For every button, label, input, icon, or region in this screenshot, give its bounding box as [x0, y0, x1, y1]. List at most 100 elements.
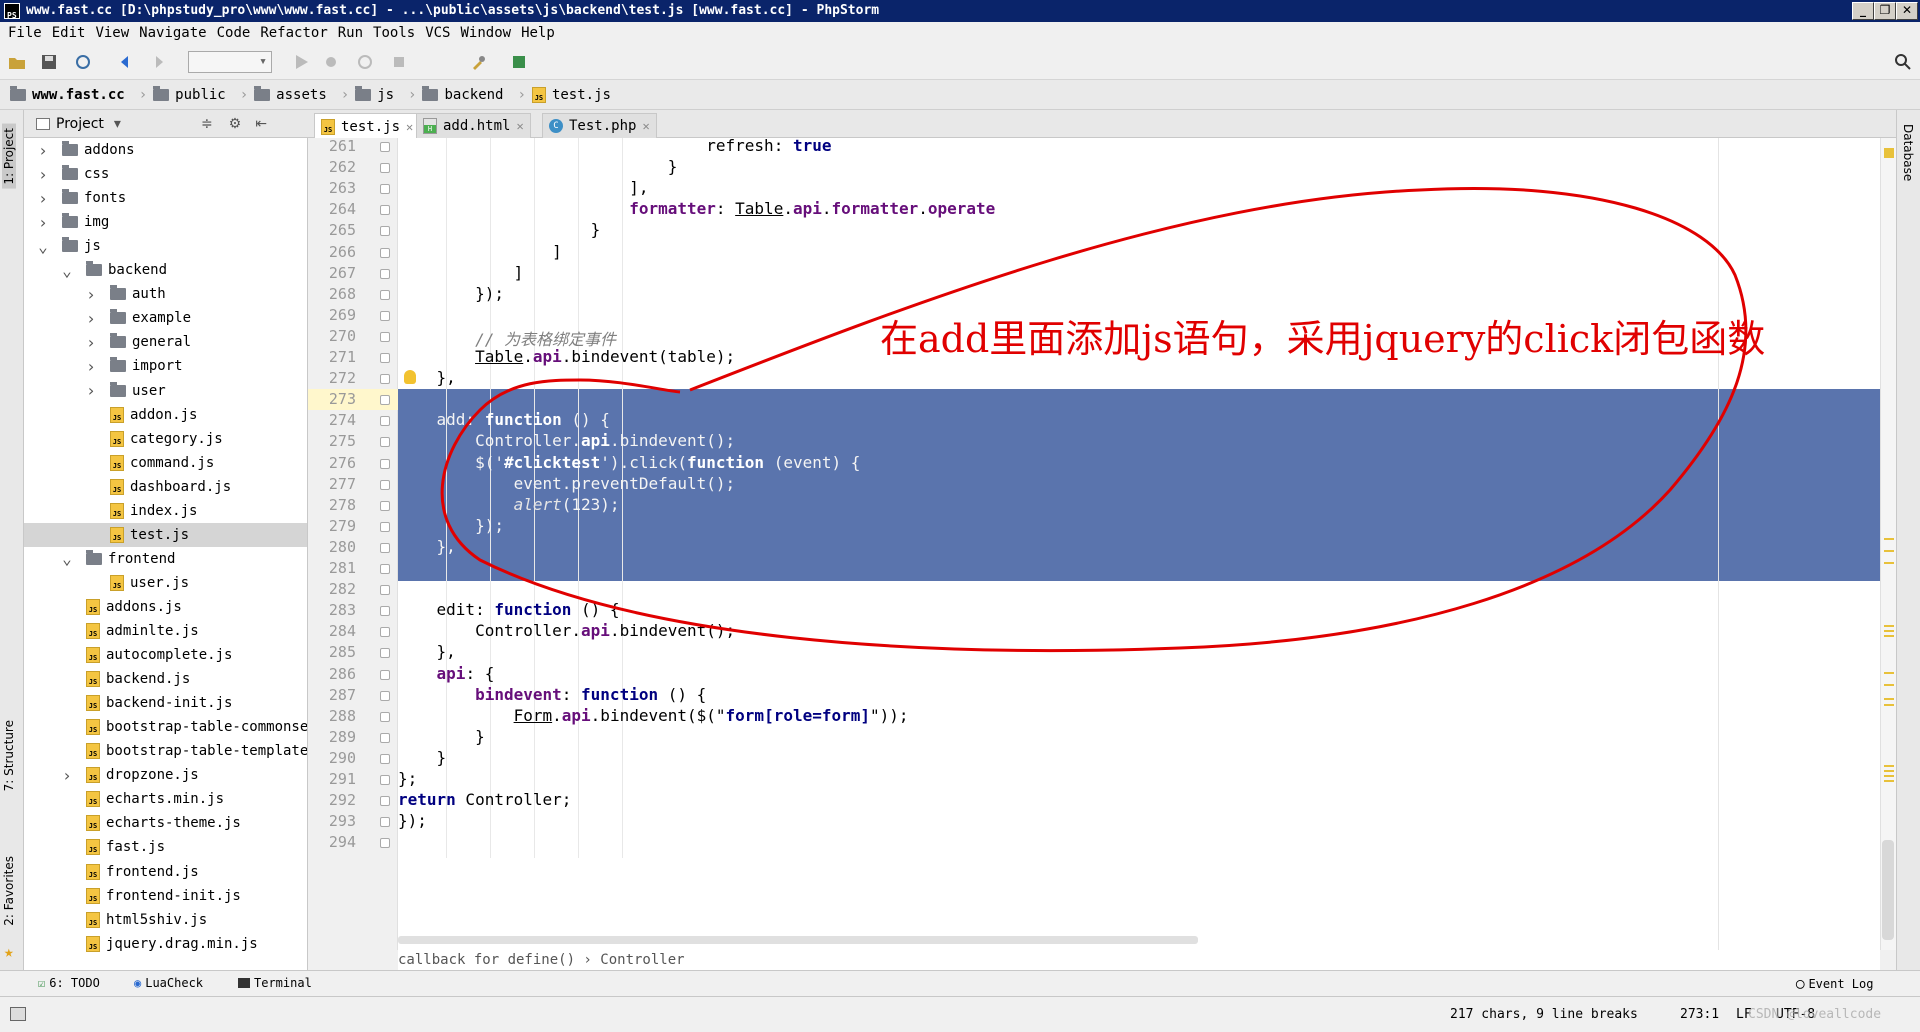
- tree-item[interactable]: ⌄ frontend: [62, 547, 175, 571]
- menu-edit[interactable]: Edit: [52, 25, 86, 41]
- tree-item[interactable]: › general: [86, 330, 191, 354]
- tab-add-html[interactable]: Hadd.html ✕: [416, 113, 531, 138]
- chevron-down-icon[interactable]: ⌄: [36, 237, 50, 256]
- chevron-right-icon[interactable]: ›: [36, 189, 50, 208]
- tree-item[interactable]: adminlte.js: [62, 619, 199, 643]
- stop-icon[interactable]: [390, 53, 408, 71]
- forward-arrow-icon[interactable]: [150, 53, 168, 71]
- tree-item[interactable]: user.js: [86, 571, 189, 595]
- fold-marker-icon[interactable]: [380, 416, 390, 427]
- fold-marker-icon[interactable]: [380, 542, 390, 553]
- tree-item[interactable]: ⌄ js: [38, 234, 101, 258]
- chevron-right-icon[interactable]: ›: [36, 165, 50, 184]
- tree-item[interactable]: frontend-init.js: [62, 884, 241, 908]
- tree-item[interactable]: › example: [86, 306, 191, 330]
- sync-icon[interactable]: [74, 53, 92, 71]
- fold-marker-icon[interactable]: [380, 711, 390, 722]
- fold-marker-icon[interactable]: [380, 627, 390, 638]
- intention-bulb-icon[interactable]: [404, 370, 416, 385]
- fold-marker-icon[interactable]: [380, 353, 390, 363]
- menu-help[interactable]: Help: [521, 25, 555, 41]
- tree-item[interactable]: › dropzone.js: [62, 763, 199, 787]
- fold-marker-icon[interactable]: [380, 310, 390, 321]
- search-icon[interactable]: [1894, 53, 1912, 71]
- fold-marker-icon[interactable]: [380, 437, 390, 448]
- tree-item[interactable]: echarts.min.js: [62, 787, 224, 811]
- close-icon[interactable]: ✕: [516, 119, 523, 133]
- tree-item[interactable]: backend.js: [62, 667, 190, 691]
- menu-refactor[interactable]: Refactor: [260, 25, 327, 41]
- fold-marker-icon[interactable]: [380, 374, 390, 385]
- hide-panel-icon[interactable]: ⇤: [255, 116, 267, 132]
- fold-marker-icon[interactable]: [380, 648, 390, 659]
- debug-icon[interactable]: [322, 53, 340, 71]
- fold-marker-icon[interactable]: [380, 289, 390, 300]
- fold-marker-icon[interactable]: [380, 458, 390, 469]
- tree-item[interactable]: command.js: [86, 451, 214, 475]
- chevron-down-icon[interactable]: ▾: [114, 116, 121, 132]
- maximize-button[interactable]: ❐: [1874, 2, 1896, 20]
- tree-item[interactable]: frontend.js: [62, 860, 199, 884]
- fold-marker-icon[interactable]: [380, 268, 390, 279]
- fold-marker-icon[interactable]: [380, 817, 390, 828]
- menu-window[interactable]: Window: [461, 25, 512, 41]
- favorites-tool-tab[interactable]: 2: Favorites: [2, 856, 16, 926]
- fold-marker-icon[interactable]: [380, 247, 390, 258]
- fold-marker-icon[interactable]: [380, 585, 390, 596]
- code-line[interactable]: }: [398, 727, 485, 746]
- fold-marker-icon[interactable]: [380, 479, 390, 490]
- tree-item[interactable]: › user: [86, 379, 166, 403]
- todo-tool-tab[interactable]: ☑ 6: TODO: [38, 976, 100, 990]
- tree-item[interactable]: test.js: [86, 523, 189, 547]
- fold-marker-icon[interactable]: [380, 732, 390, 743]
- tree-item[interactable]: bootstrap-table-template: [62, 739, 307, 763]
- fold-marker-icon[interactable]: [380, 331, 390, 342]
- close-button[interactable]: ✕: [1896, 2, 1918, 20]
- tree-item[interactable]: › auth: [86, 282, 166, 306]
- breadcrumb-project[interactable]: www.fast.cc: [10, 85, 125, 103]
- fold-marker-icon[interactable]: [380, 564, 390, 574]
- chevron-down-icon[interactable]: ⌄: [60, 261, 74, 280]
- breadcrumb-backend[interactable]: backend: [422, 85, 504, 103]
- gear-icon[interactable]: ⚙: [229, 116, 242, 132]
- fold-marker-icon[interactable]: [380, 838, 390, 849]
- tree-item[interactable]: › addons: [38, 138, 134, 162]
- fold-marker-icon[interactable]: [380, 163, 390, 174]
- save-icon[interactable]: [40, 53, 58, 71]
- breadcrumb-assets[interactable]: assets: [254, 85, 327, 103]
- event-log-tool-tab[interactable]: ◯ Event Log: [1796, 976, 1873, 992]
- code-line[interactable]: }: [398, 748, 447, 767]
- tree-item[interactable]: › fonts: [38, 186, 126, 210]
- vertical-scrollbar[interactable]: [1882, 840, 1894, 940]
- menu-file[interactable]: File: [8, 25, 42, 41]
- chevron-down-icon[interactable]: ⌄: [60, 549, 74, 568]
- fold-marker-icon[interactable]: [380, 690, 390, 701]
- code-line[interactable]: return Controller;: [398, 790, 571, 809]
- tree-item[interactable]: jquery.drag.min.js: [62, 932, 258, 956]
- chevron-right-icon[interactable]: ›: [84, 285, 98, 304]
- tree-item[interactable]: html5shiv.js: [62, 908, 207, 932]
- back-arrow-icon[interactable]: [116, 53, 134, 71]
- luacheck-tool-tab[interactable]: ◉ LuaCheck: [134, 976, 203, 990]
- tab-test-php[interactable]: C Test.php ✕: [542, 113, 657, 138]
- chevron-right-icon[interactable]: ›: [84, 309, 98, 328]
- chevron-right-icon[interactable]: ›: [36, 213, 50, 232]
- close-icon[interactable]: ✕: [406, 120, 413, 134]
- code-breadcrumb[interactable]: callback for define() › Controller: [398, 950, 1880, 970]
- fold-marker-icon[interactable]: [380, 500, 390, 511]
- tree-item[interactable]: autocomplete.js: [62, 643, 232, 667]
- fold-marker-icon[interactable]: [380, 606, 390, 617]
- fold-marker-icon[interactable]: [380, 775, 390, 785]
- error-stripe[interactable]: [1880, 138, 1896, 950]
- tree-item[interactable]: addon.js: [86, 403, 197, 427]
- menu-run[interactable]: Run: [338, 25, 363, 41]
- code-line[interactable]: });: [398, 811, 427, 830]
- open-folder-icon[interactable]: [8, 53, 26, 71]
- close-icon[interactable]: ✕: [642, 119, 649, 133]
- breadcrumb-js[interactable]: js: [355, 85, 394, 103]
- chevron-right-icon[interactable]: ›: [84, 357, 98, 376]
- code-line[interactable]: refresh: true: [398, 138, 831, 155]
- menu-code[interactable]: Code: [217, 25, 251, 41]
- fold-marker-icon[interactable]: [380, 226, 390, 237]
- chevron-right-icon[interactable]: ›: [84, 333, 98, 352]
